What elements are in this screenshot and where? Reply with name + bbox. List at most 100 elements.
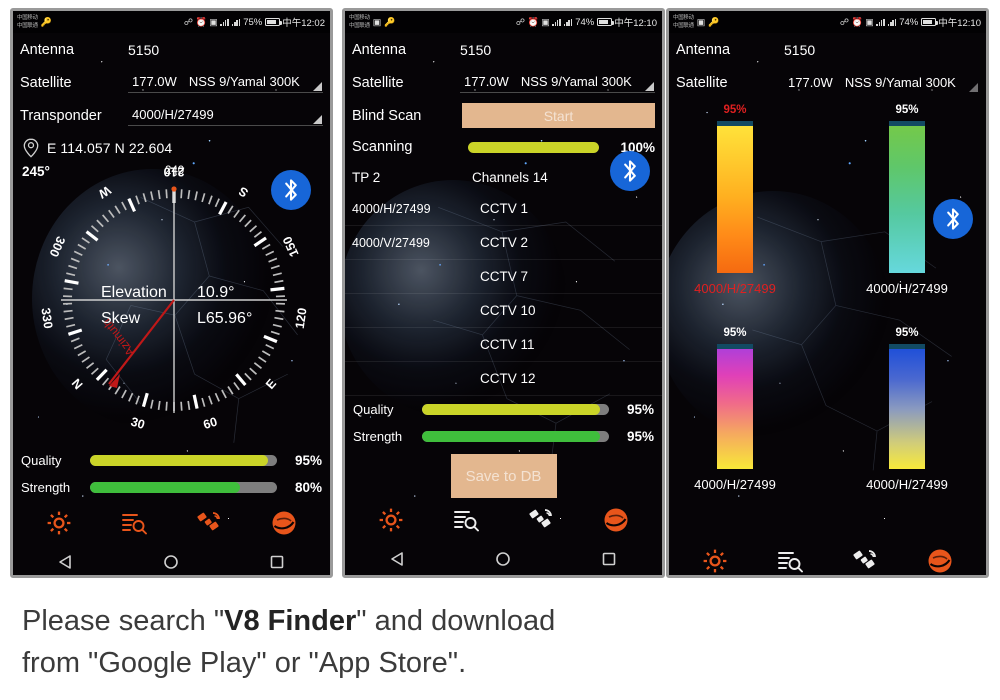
tab-globe[interactable] — [267, 508, 301, 538]
tab-globe[interactable] — [923, 546, 957, 575]
channel-name: CCTV 2 — [480, 235, 529, 250]
signal-icon-sim1 — [552, 18, 561, 26]
phone-screenshot-2: 中国移动 中国联通 ▣ 🔑 ☍ ⏰ ▣ 74% 中午12:10 Antenna … — [342, 8, 665, 578]
save-to-db-button[interactable]: Save to DB — [450, 454, 557, 498]
bluetooth-button[interactable] — [933, 199, 973, 239]
phone1-content: Antenna 5150 Satellite 177.0W NSS 9/Yama… — [13, 33, 330, 575]
strength-percent: 80% — [294, 480, 322, 495]
compass-widget[interactable]: 245° 240 Azimuth 210 S 150 120 E 60 30 N… — [13, 162, 330, 447]
tab-blind-scan[interactable] — [449, 505, 483, 535]
satellite-name: NSS 9/Yamal 300K — [520, 74, 632, 89]
satellite-dropdown[interactable]: 177.0W NSS 9/Yamal 300K — [784, 73, 979, 93]
strength-bar — [90, 482, 277, 493]
battery-icon — [264, 18, 282, 26]
phone-screenshot-3: 中国移动 中国联通 ▣ 🔑 ☍ ⏰ ▣ 74% 中午12:10 Antenna … — [666, 8, 989, 578]
tab-satellite[interactable] — [848, 546, 882, 575]
nav-back-button[interactable] — [49, 551, 83, 573]
caption-line-2: from "Google Play" or "App Store". — [22, 647, 467, 679]
meter-percent: 95% — [723, 327, 747, 339]
android-navigation-bar — [13, 545, 330, 575]
bluetooth-button[interactable] — [271, 170, 311, 210]
quality-label: Quality — [353, 402, 394, 417]
bluetooth-status-icon: ☍ — [183, 16, 193, 27]
channel-list[interactable]: 4000/H/27499 CCTV 1 4000/V/27499 CCTV 2 CCTV… — [345, 192, 662, 396]
transponder-row: Transponder 4000/H/27499 — [13, 99, 330, 132]
gear-icon — [703, 549, 727, 573]
tab-satellite[interactable] — [524, 505, 558, 535]
channel-row[interactable]: CCTV 12 — [345, 362, 662, 396]
tab-settings[interactable] — [374, 505, 408, 535]
nav-back-icon — [391, 552, 403, 566]
carrier-line-2: 中国联通 — [17, 23, 38, 29]
carrier-labels: 中国移动 中国联通 — [349, 14, 370, 30]
transponder-dropdown[interactable]: 4000/H/27499 — [128, 105, 323, 126]
compass-top-label: 240 — [165, 165, 185, 177]
status-bar-left: 中国移动 中国联通 ▣ 🔑 — [673, 14, 720, 30]
antenna-label: Antenna — [676, 41, 731, 58]
transponder-value: 4000/H/27499 — [132, 107, 214, 122]
strength-percent: 95% — [626, 429, 654, 444]
scanning-label: Scanning — [352, 139, 413, 155]
channel-row[interactable]: 4000/V/27499 CCTV 2 — [345, 226, 662, 260]
spectrum-meters: 95% 4000/H/27499 95% 4000/H/27499 95% 4000/H/… — [669, 99, 986, 539]
key-icon: 🔑 — [384, 16, 396, 27]
meter-label: 4000/H/27499 — [866, 281, 948, 296]
signal-icon-sim2 — [231, 18, 241, 26]
tab-blind-scan[interactable] — [773, 546, 807, 575]
nav-recents-icon — [602, 552, 616, 566]
battery-percent: 74% — [575, 16, 595, 28]
antenna-row: Antenna 5150 — [345, 33, 662, 66]
clock: 中午12:10 — [938, 18, 981, 29]
antenna-label: Antenna — [352, 41, 407, 58]
strength-row: Strength 95% — [345, 423, 662, 450]
gps-coordinates: E 114.057 N 22.604 — [47, 140, 173, 156]
spectrum-meter: 95% 4000/H/27499 — [694, 327, 776, 492]
list-search-icon — [453, 511, 479, 532]
nav-back-button[interactable] — [381, 548, 415, 570]
channel-count-label: Channels 14 — [472, 169, 548, 185]
nav-home-button[interactable] — [486, 548, 520, 570]
tab-blind-scan[interactable] — [117, 508, 151, 538]
nav-recents-button[interactable] — [260, 551, 294, 573]
sdcard-icon: ▣ — [372, 16, 382, 27]
status-bar: 中国移动 中国联通 ▣ 🔑 ☍ ⏰ ▣ 74% 中午12:10 — [345, 11, 662, 33]
channel-name: CCTV 12 — [480, 371, 536, 386]
tab-settings[interactable] — [698, 546, 732, 575]
start-scan-button[interactable]: Start — [462, 103, 655, 128]
alarm-icon: ⏰ — [195, 16, 207, 27]
channel-row[interactable]: 4000/H/27499 CCTV 1 — [345, 192, 662, 226]
transponder-label: Transponder — [20, 107, 102, 124]
channel-row[interactable]: CCTV 11 — [345, 328, 662, 362]
satellite-dropdown[interactable]: 177.0W NSS 9/Yamal 300K — [460, 72, 655, 93]
tab-satellite[interactable] — [192, 508, 226, 538]
channel-transponder: 4000/V/27499 — [352, 235, 430, 250]
app-name: V8 Finder — [224, 605, 357, 637]
gps-row: E 114.057 N 22.604 — [13, 132, 330, 162]
bluetooth-button[interactable] — [610, 151, 650, 191]
android-navigation-bar — [345, 542, 662, 575]
bluetooth-status-icon: ☍ — [515, 16, 525, 27]
satellite-dropdown[interactable]: 177.0W NSS 9/Yamal 300K — [128, 72, 323, 93]
status-bar-right: ☍ ⏰ ▣ 74% 中午12:10 — [515, 15, 657, 30]
nav-recents-button[interactable] — [592, 548, 626, 570]
alarm-icon: ⏰ — [527, 16, 539, 27]
antenna-row: Antenna 5150 — [669, 33, 986, 66]
signal-icon-sim1 — [876, 18, 885, 26]
tab-settings[interactable] — [42, 508, 76, 538]
nav-home-button[interactable] — [154, 551, 188, 573]
dropdown-caret-icon — [969, 82, 978, 92]
dropdown-caret-icon — [313, 115, 322, 124]
battery-percent: 74% — [899, 16, 919, 28]
channel-row[interactable]: CCTV 10 — [345, 294, 662, 328]
nav-back-icon — [59, 555, 71, 569]
gear-icon — [379, 508, 403, 532]
satellite-row: Satellite 177.0W NSS 9/Yamal 300K — [345, 66, 662, 99]
compass-tick-label: 120 — [293, 307, 310, 330]
channel-row[interactable]: CCTV 7 — [345, 260, 662, 294]
meter-bar — [717, 344, 753, 469]
tab-globe[interactable] — [599, 505, 633, 535]
strength-row: Strength 80% — [13, 474, 330, 501]
globe-icon — [928, 549, 952, 573]
meter-bar — [889, 121, 925, 273]
satellite-position: 177.0W — [464, 74, 509, 89]
